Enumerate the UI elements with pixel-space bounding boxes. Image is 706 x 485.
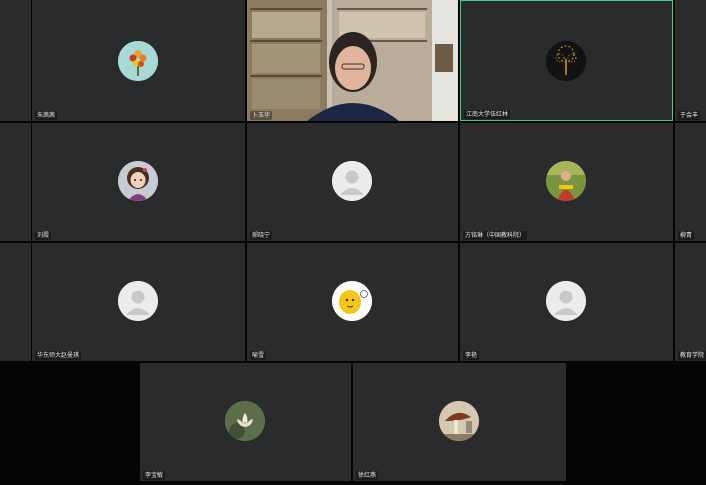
default-person-avatar	[118, 281, 158, 321]
default-person-avatar	[332, 161, 372, 201]
participant-tile[interactable]: 李艳	[460, 243, 673, 361]
participant-name: 喻雪	[250, 351, 267, 360]
mushroom-photo-avatar	[439, 401, 479, 441]
participant-name: 卜玉华	[250, 111, 273, 120]
participant-tile[interactable]: 卜玉华	[247, 0, 458, 121]
participant-tile[interactable]: 刘霞	[32, 123, 245, 241]
participant-name: 刘霞	[35, 231, 52, 240]
flower-bouquet-avatar	[118, 41, 158, 81]
participant-name: 李宝敏	[143, 471, 166, 480]
participant-tile[interactable]: 朱茜茜	[32, 0, 245, 121]
participant-tile[interactable]	[0, 0, 31, 121]
participant-name: 李艳	[463, 351, 480, 360]
participant-tile-active[interactable]: 江南大学伍红林	[460, 0, 673, 121]
participant-tile[interactable]: 郝晓宁	[247, 123, 458, 241]
participant-tile[interactable]: 华东师大赵曼琪	[32, 243, 245, 361]
participant-name: 于会丰	[678, 111, 701, 120]
cartoon-girl-avatar	[118, 161, 158, 201]
participant-name: 徐红燕	[356, 471, 379, 480]
participant-name: 朱茜茜	[35, 111, 58, 120]
participant-name: 方铭琳（中国教科院）	[463, 231, 528, 240]
participant-name: 华东师大赵曼琪	[35, 351, 82, 360]
participant-tile[interactable]: 喻雪	[247, 243, 458, 361]
default-person-avatar	[546, 281, 586, 321]
participant-tile[interactable]: 教育学院	[675, 243, 706, 361]
video-feed	[247, 0, 458, 121]
participant-name: 教育学院	[678, 351, 706, 360]
participant-name: 柳青	[678, 231, 695, 240]
participant-tile[interactable]	[0, 243, 31, 361]
dark-tree-avatar	[546, 41, 586, 81]
participant-name: 郝晓宁	[250, 231, 273, 240]
participant-tile[interactable]: 柳青	[675, 123, 706, 241]
participant-tile[interactable]: 李宝敏	[140, 363, 351, 481]
participant-tile[interactable]: 于会丰	[675, 0, 706, 121]
yellow-cartoon-avatar	[332, 281, 372, 321]
participant-name: 江南大学伍红林	[464, 110, 511, 119]
participant-tile[interactable]: 徐红燕	[353, 363, 566, 481]
lotus-flower-avatar	[225, 401, 265, 441]
participant-tile[interactable]	[0, 123, 31, 241]
participant-tile[interactable]: 方铭琳（中国教科院）	[460, 123, 673, 241]
photo-person-avatar	[546, 161, 586, 201]
